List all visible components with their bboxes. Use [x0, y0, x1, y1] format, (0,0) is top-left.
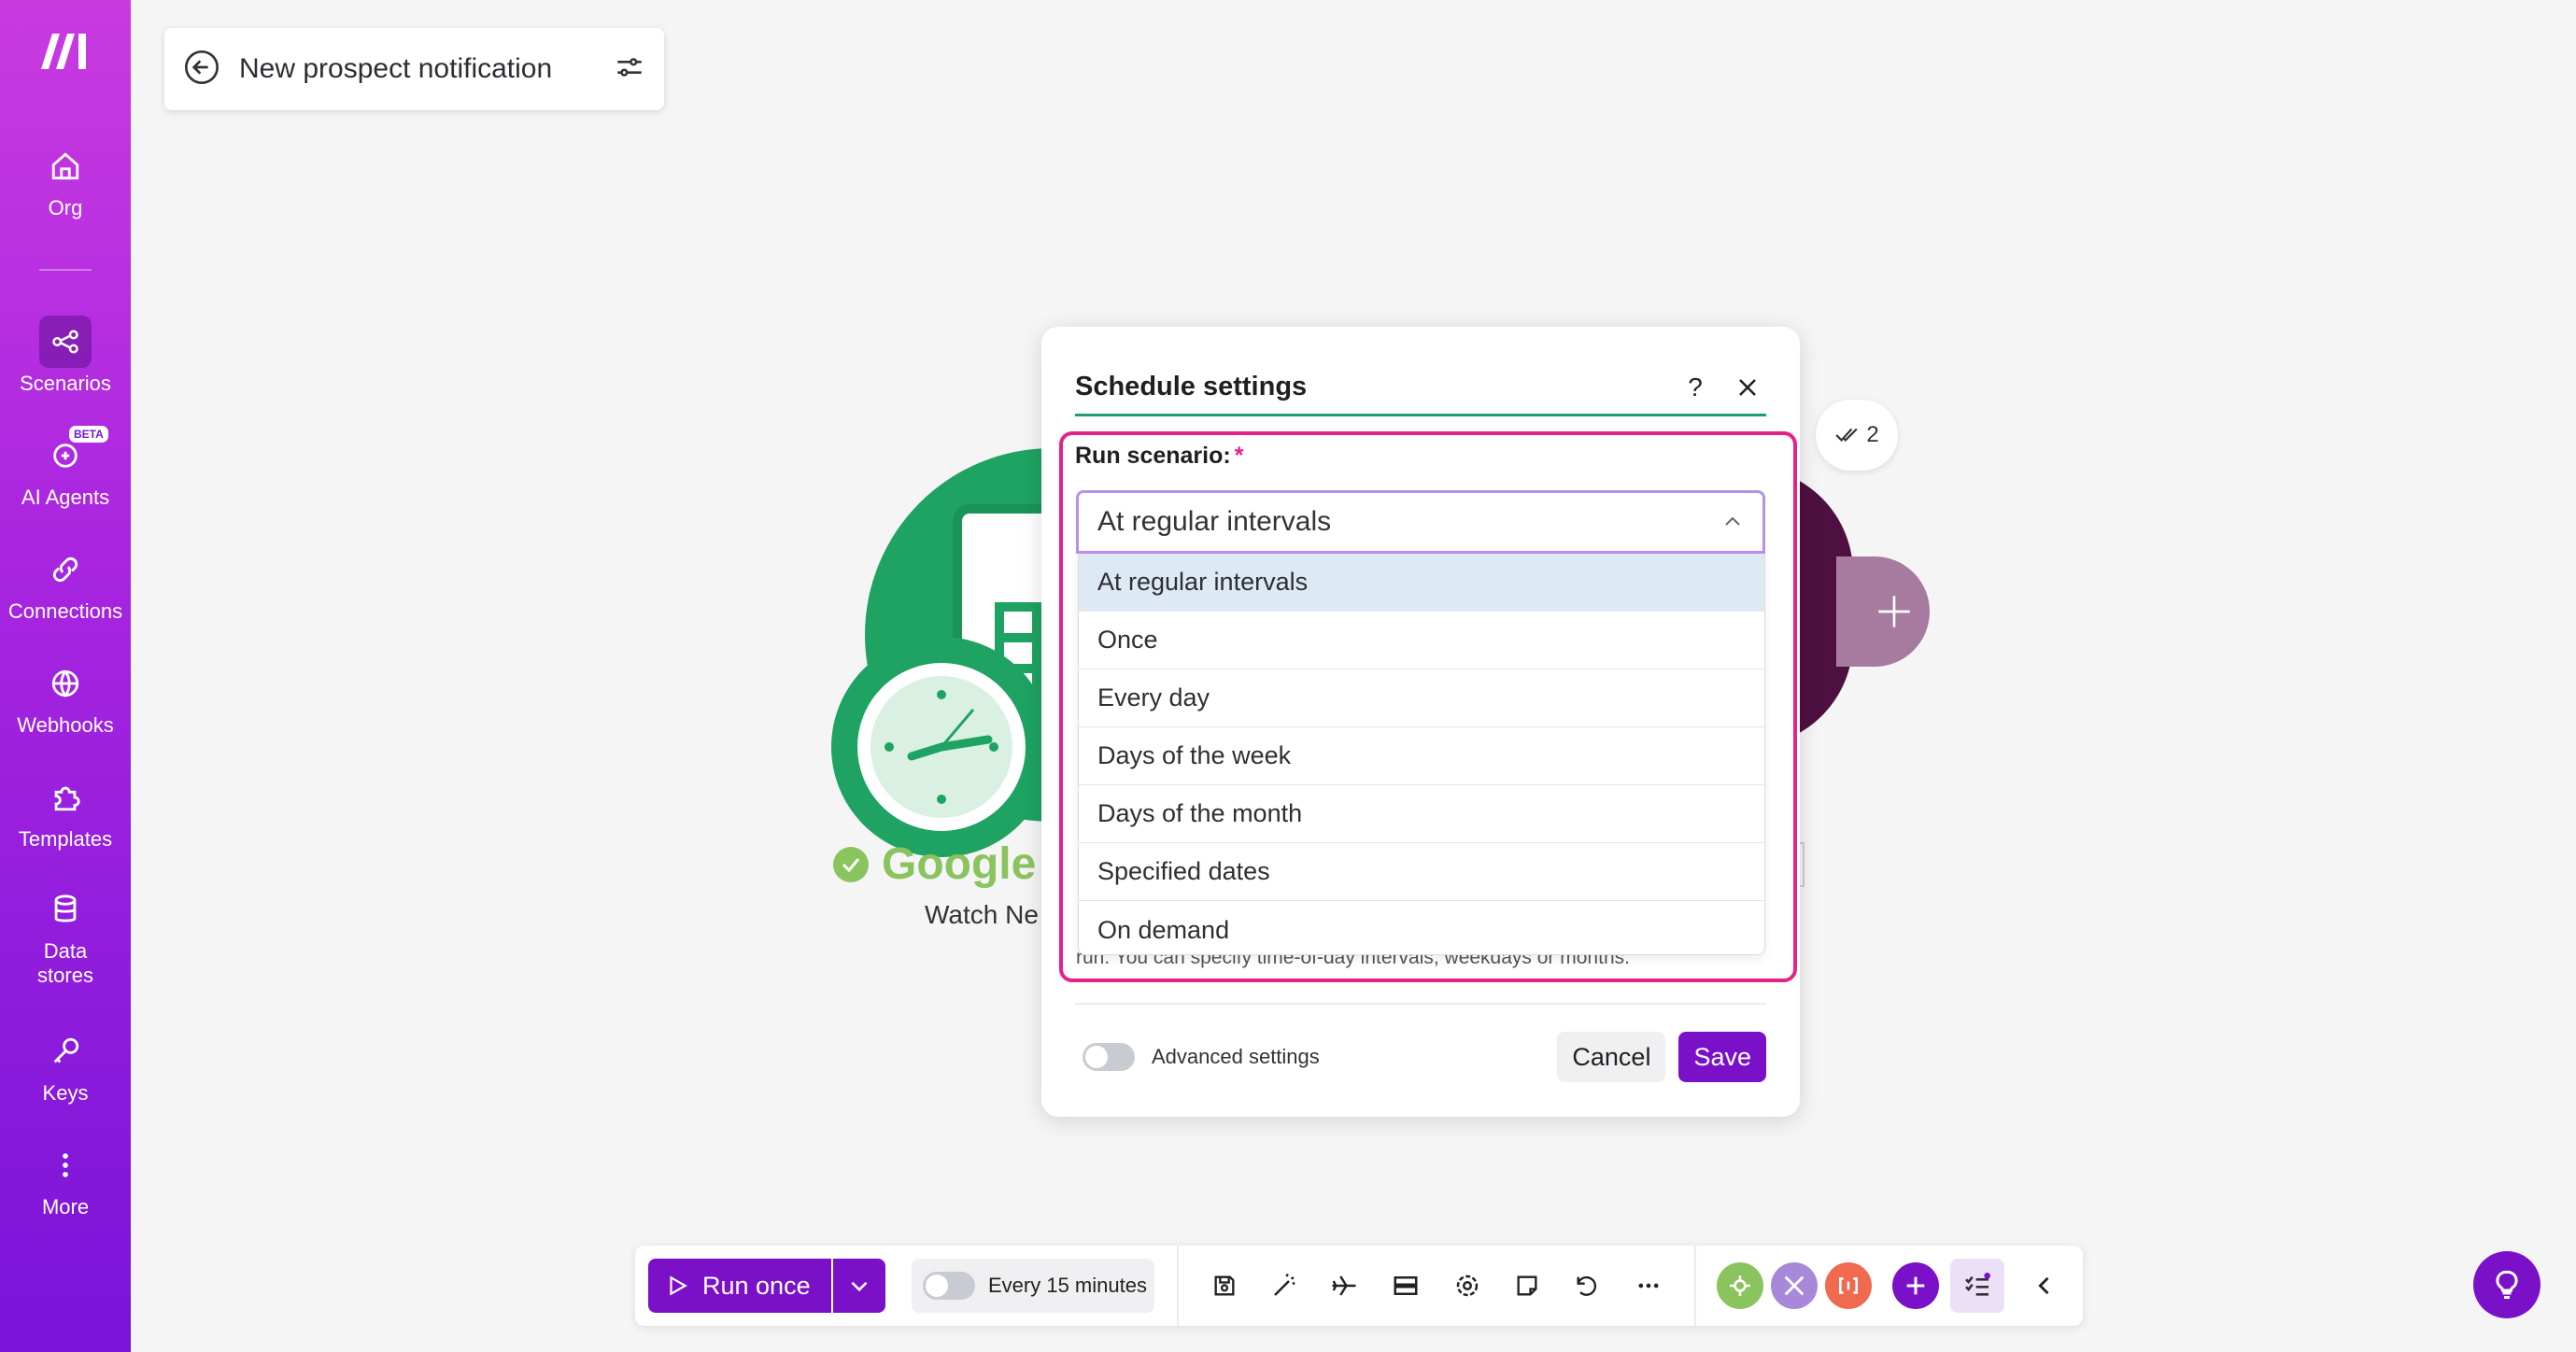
beta-badge: BETA	[69, 426, 108, 443]
scenario-title-card: New prospect notification	[164, 28, 664, 110]
clock-schedule-icon[interactable]	[831, 637, 1052, 857]
make-logo-icon[interactable]	[37, 28, 93, 73]
option-on-demand[interactable]: On demand	[1079, 901, 1764, 954]
sidebar-divider	[39, 269, 92, 271]
sidebar-item-scenarios[interactable]: Scenarios	[0, 316, 131, 396]
chevron-up-icon	[1725, 516, 1740, 526]
select-value: At regular intervals	[1097, 506, 1332, 537]
plus-icon	[1878, 596, 1910, 627]
sidebar-item-connections[interactable]: Connections	[0, 543, 131, 624]
link-icon	[39, 543, 92, 596]
globe-icon	[39, 657, 92, 710]
option-at-regular-intervals[interactable]: At regular intervals	[1079, 554, 1764, 612]
run-once-label: Run once	[702, 1271, 811, 1300]
back-arrow-icon[interactable]	[183, 49, 220, 91]
option-every-day[interactable]: Every day	[1079, 669, 1764, 727]
advanced-settings-label: Advanced settings	[1152, 1045, 1320, 1068]
add-module-button[interactable]	[1836, 556, 1930, 667]
sidebar-item-data-stores[interactable]: Data stores	[0, 883, 131, 988]
sidebar-item-webhooks[interactable]: Webhooks	[0, 657, 131, 738]
more-horizontal-icon[interactable]	[1629, 1266, 1668, 1305]
sidebar-item-label: Keys	[42, 1081, 89, 1105]
option-days-of-week[interactable]: Days of the week	[1079, 727, 1764, 785]
module-subtitle: Watch Ne	[925, 900, 1039, 929]
undo-icon[interactable]	[1567, 1266, 1606, 1305]
play-icon	[670, 1275, 687, 1296]
magic-wand-icon[interactable]	[1265, 1266, 1304, 1305]
toolbar-divider	[1177, 1246, 1179, 1326]
advanced-settings-toggle[interactable]	[1083, 1043, 1135, 1071]
toolbar-divider	[1694, 1246, 1696, 1326]
sidebar-item-label: Templates	[18, 827, 113, 851]
help-icon[interactable]: ?	[1677, 369, 1714, 406]
more-vertical-icon	[39, 1139, 92, 1191]
sidebar-item-ai-agents[interactable]: BETA AI Agents	[0, 426, 131, 510]
option-days-of-month[interactable]: Days of the month	[1079, 785, 1764, 843]
dialog-footer: Advanced settings Cancel Save	[1083, 1031, 1766, 1083]
sidebar-item-label: Data stores	[37, 939, 93, 987]
sidebar-item-templates[interactable]: Templates	[0, 771, 131, 852]
schedule-settings-dialog: Schedule settings ? Run scenario: * At re…	[1041, 327, 1800, 1117]
database-icon	[39, 883, 92, 936]
run-once-button[interactable]: Run once	[648, 1259, 831, 1313]
bottom-toolbar: Run once Every 15 minutes	[635, 1246, 2083, 1326]
save-icon[interactable]	[1205, 1266, 1244, 1305]
schedule-pill[interactable]: Every 15 minutes	[912, 1259, 1154, 1313]
sliders-icon[interactable]	[614, 51, 645, 88]
checklist-icon[interactable]	[1950, 1259, 2004, 1313]
cancel-button[interactable]: Cancel	[1557, 1032, 1666, 1082]
puzzle-icon	[39, 771, 92, 824]
lightbulb-icon[interactable]	[2473, 1251, 2541, 1318]
save-button[interactable]: Save	[1678, 1032, 1766, 1082]
option-once[interactable]: Once	[1079, 612, 1764, 669]
run-options-button[interactable]	[833, 1259, 885, 1313]
gear-icon[interactable]	[1448, 1266, 1487, 1305]
dialog-header: Schedule settings ?	[1075, 360, 1766, 416]
schedule-label: Every 15 minutes	[988, 1274, 1147, 1297]
sidebar-item-label: Scenarios	[20, 372, 111, 395]
required-mark: *	[1234, 443, 1244, 469]
sidebar-item-more[interactable]: More	[0, 1139, 131, 1219]
sidebar-item-keys[interactable]: Keys	[0, 1025, 131, 1106]
close-icon[interactable]	[1729, 369, 1766, 406]
operations-count-bubble[interactable]: 2	[1816, 400, 1898, 471]
double-check-icon	[1835, 428, 1858, 442]
field-label-text: Run scenario:	[1075, 443, 1231, 469]
note-icon[interactable]	[1507, 1266, 1547, 1305]
home-icon	[39, 140, 92, 192]
dialog-title: Schedule settings	[1075, 372, 1308, 401]
run-scenario-label: Run scenario: *	[1075, 443, 1243, 470]
app-tools-icon[interactable]	[1717, 1262, 1763, 1309]
sidebar-item-label: Connections	[7, 599, 123, 623]
option-specified-dates[interactable]: Specified dates	[1079, 843, 1764, 901]
flow-control-icon[interactable]	[1386, 1266, 1425, 1305]
check-count: 2	[1866, 422, 1879, 447]
sidebar-item-label: More	[41, 1195, 90, 1218]
sidebar-item-label: Org	[48, 196, 83, 219]
share-nodes-icon	[39, 316, 92, 368]
scenario-title[interactable]: New prospect notification	[239, 53, 595, 85]
run-scenario-dropdown: At regular intervals Once Every day Days…	[1078, 554, 1765, 955]
run-scenario-select[interactable]: At regular intervals	[1076, 490, 1765, 554]
sidebar: Org Scenarios BETA AI Agents Connections…	[0, 0, 131, 1352]
chevron-left-icon[interactable]	[2025, 1266, 2064, 1305]
key-icon	[39, 1025, 92, 1077]
app-text-parser-icon[interactable]	[1825, 1262, 1872, 1309]
checkmark-icon	[833, 846, 869, 882]
schedule-toggle[interactable]	[923, 1272, 975, 1300]
sidebar-item-label: AI Agents	[21, 486, 110, 509]
add-app-button[interactable]	[1892, 1262, 1939, 1309]
app-flow-icon[interactable]	[1771, 1262, 1818, 1309]
sidebar-item-label: Webhooks	[17, 713, 114, 737]
airplane-icon[interactable]	[1324, 1266, 1364, 1305]
sidebar-item-org[interactable]: Org	[0, 140, 131, 220]
chevron-down-icon	[851, 1281, 868, 1292]
footer-divider	[1075, 1003, 1766, 1005]
